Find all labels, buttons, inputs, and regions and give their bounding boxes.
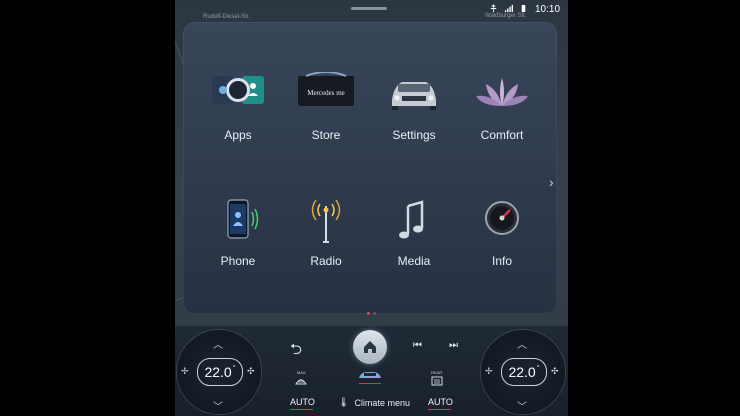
- fan-high-icon[interactable]: ✣: [551, 366, 559, 377]
- previous-track-button[interactable]: ⏮: [413, 340, 422, 351]
- store-icon: Mercedes me: [298, 72, 354, 106]
- temp-down-chevron-icon[interactable]: ﹀: [213, 398, 225, 413]
- car-settings-icon: [392, 82, 436, 110]
- fan-high-icon[interactable]: ✣: [247, 366, 255, 377]
- fan-low-icon[interactable]: ✢: [181, 366, 189, 377]
- app-tile-radio[interactable]: Radio: [278, 198, 374, 308]
- max-defrost-label: MAX: [297, 370, 306, 375]
- app-tile-phone[interactable]: Phone: [190, 198, 286, 308]
- app-tile-media[interactable]: Media: [366, 198, 462, 308]
- app-label: Radio: [310, 254, 342, 268]
- temp-down-chevron-icon[interactable]: ﹀: [517, 398, 529, 413]
- status-bar: Rudolf-Diesel-Str. Waldburger Str. 10:10: [175, 0, 568, 20]
- auto-right-indicator: [428, 409, 451, 410]
- rear-defrost-icon[interactable]: [431, 376, 443, 386]
- home-button[interactable]: [353, 330, 387, 364]
- temperature-readout: 22.0 °: [501, 358, 547, 386]
- temp-unit: °: [536, 365, 540, 372]
- right-temperature-dial[interactable]: ︿ ✢ 22.0 ° ✣ ﹀: [481, 330, 565, 414]
- climate-menu-button[interactable]: 🌡 Climate menu: [338, 397, 410, 408]
- airflow-indicator: [359, 383, 381, 384]
- climate-menu-label: Climate menu: [354, 397, 410, 408]
- left-temp-value: 22.0: [204, 364, 232, 380]
- apps-icon: [212, 76, 264, 104]
- page-dot-active[interactable]: [367, 312, 370, 315]
- battery-icon: [521, 4, 526, 13]
- lotus-icon: [476, 78, 528, 106]
- front-defrost-icon[interactable]: [295, 376, 307, 386]
- music-note-icon: [399, 200, 424, 239]
- phone-icon: [227, 199, 259, 239]
- next-track-button[interactable]: ⏭: [449, 340, 458, 351]
- street-label: Waldburger Str.: [485, 13, 527, 19]
- right-temp-value: 22.0: [508, 364, 536, 380]
- app-label: Media: [397, 254, 431, 268]
- app-label: Comfort: [480, 128, 524, 142]
- thermometer-icon: 🌡: [338, 397, 350, 407]
- app-label: Settings: [392, 128, 436, 142]
- street-label: Rudolf-Diesel-Str.: [203, 14, 251, 20]
- gauge-icon: [485, 201, 519, 235]
- usb-icon: [490, 4, 497, 13]
- page-dot[interactable]: [373, 312, 376, 315]
- app-label: Store: [311, 128, 341, 142]
- auto-left-indicator: [290, 409, 313, 410]
- auto-climate-right-button[interactable]: AUTO: [428, 397, 453, 407]
- next-page-chevron-icon[interactable]: ›: [549, 174, 554, 190]
- temp-up-chevron-icon[interactable]: ︿: [517, 336, 529, 351]
- app-label: Phone: [220, 254, 256, 268]
- clock: 10:10: [535, 4, 561, 15]
- app-tile-info[interactable]: Info: [454, 198, 550, 308]
- radio-tower-icon: [311, 199, 341, 243]
- page-indicator: [367, 312, 376, 315]
- app-tile-store[interactable]: Mercedes me Store: [278, 72, 374, 182]
- app-tile-comfort[interactable]: Comfort: [454, 72, 550, 182]
- temp-unit: °: [232, 365, 236, 372]
- rear-defrost-label: REAR: [431, 370, 443, 375]
- auto-climate-left-button[interactable]: AUTO: [290, 397, 315, 407]
- temp-up-chevron-icon[interactable]: ︿: [213, 336, 225, 351]
- store-icon-text: Mercedes me: [307, 89, 345, 97]
- temperature-readout: 22.0 °: [197, 358, 243, 386]
- back-button[interactable]: ⮌: [290, 339, 302, 364]
- signal-icon: [504, 4, 513, 13]
- app-tile-settings[interactable]: Settings: [366, 72, 462, 182]
- left-temperature-dial[interactable]: ︿ ✢ 22.0 ° ✣ ﹀: [177, 330, 261, 414]
- app-label: Apps: [224, 128, 252, 142]
- status-icons: [489, 4, 528, 13]
- home-icon: [364, 341, 376, 353]
- app-label: Info: [491, 254, 512, 268]
- airflow-car-icon[interactable]: [357, 370, 383, 380]
- drag-handle[interactable]: [351, 7, 387, 10]
- root: { "status_bar": { "street_left": "Rudolf…: [0, 0, 740, 416]
- app-tile-apps[interactable]: Apps: [190, 72, 286, 182]
- fan-low-icon[interactable]: ✢: [485, 366, 493, 377]
- app-launcher-panel: Apps Mercedes me Store Settings Comfort …: [183, 22, 557, 315]
